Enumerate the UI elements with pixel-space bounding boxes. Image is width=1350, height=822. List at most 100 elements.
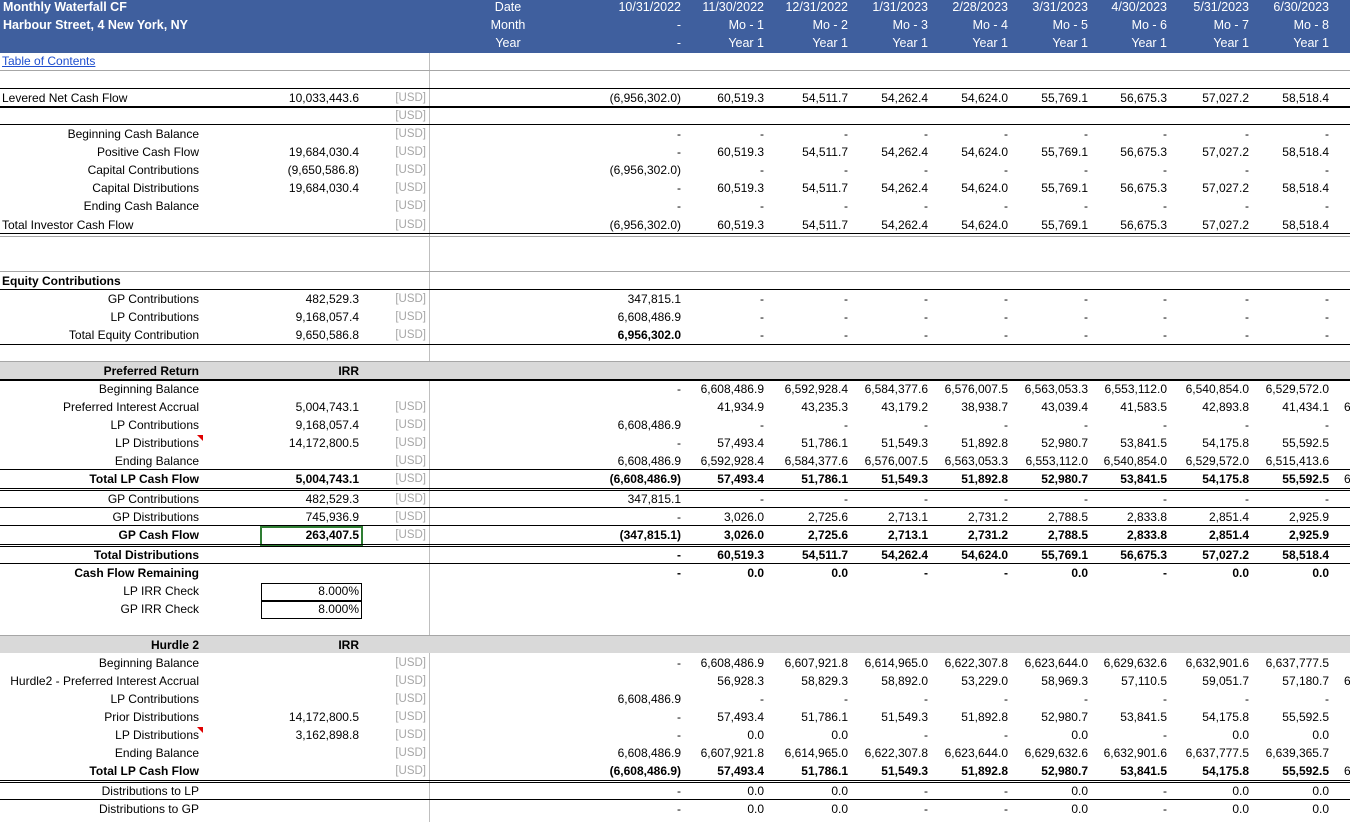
value-cell[interactable]: 0.0: [1006, 564, 1088, 582]
value-cell[interactable]: 6,608,486.9: [599, 690, 681, 708]
value-cell[interactable]: -: [1006, 290, 1088, 308]
value-cell[interactable]: 6,592,928.4: [766, 380, 848, 398]
value-cell[interactable]: 2,788.5: [1006, 508, 1088, 526]
value-cell[interactable]: 57,180.7: [1247, 672, 1329, 690]
comment-indicator-icon[interactable]: [197, 435, 203, 441]
row-total[interactable]: 5,004,743.1: [262, 398, 359, 416]
value-cell[interactable]: -: [766, 161, 848, 179]
value-cell[interactable]: -: [926, 690, 1008, 708]
value-cell[interactable]: 6,614,965.0: [846, 654, 928, 672]
selected-cell-cursor[interactable]: [260, 526, 363, 546]
value-cell[interactable]: 6,608,486.9: [682, 380, 764, 398]
value-cell[interactable]: 0.0: [1006, 782, 1088, 800]
value-cell[interactable]: 54,624.0: [926, 89, 1008, 107]
value-cell[interactable]: 56,675.3: [1085, 89, 1167, 107]
value-cell[interactable]: 56,675.3: [1085, 143, 1167, 161]
value-cell[interactable]: -: [1006, 690, 1088, 708]
value-cell[interactable]: -: [1167, 308, 1249, 326]
value-cell[interactable]: -: [926, 800, 1008, 818]
value-cell[interactable]: -: [1167, 690, 1249, 708]
value-cell[interactable]: 6,584,377.6: [846, 380, 928, 398]
value-cell[interactable]: 0.0: [682, 726, 764, 744]
value-cell[interactable]: -: [766, 290, 848, 308]
value-cell[interactable]: -: [1167, 197, 1249, 215]
value-cell[interactable]: 0.0: [1167, 782, 1249, 800]
value-cell[interactable]: -: [846, 782, 928, 800]
value-cell[interactable]: -: [599, 726, 681, 744]
value-cell[interactable]: -: [766, 490, 848, 508]
value-cell[interactable]: 54,511.7: [766, 143, 848, 161]
value-cell[interactable]: 347,815.1: [599, 490, 681, 508]
value-cell[interactable]: 0.0: [766, 726, 848, 744]
value-cell[interactable]: 2,925.9: [1247, 526, 1329, 544]
value-cell[interactable]: -: [599, 800, 681, 818]
value-cell[interactable]: -: [926, 416, 1008, 434]
value-cell[interactable]: 6,540,854.0: [1167, 380, 1249, 398]
value-cell[interactable]: 6,608,486.9: [599, 452, 681, 470]
value-cell[interactable]: 57,493.4: [682, 470, 764, 488]
value-cell[interactable]: 6,608,486.9: [599, 744, 681, 762]
value-cell[interactable]: 38,938.7: [926, 398, 1008, 416]
value-cell[interactable]: 0.0: [1167, 800, 1249, 818]
value-cell[interactable]: 55,769.1: [1006, 143, 1088, 161]
value-cell[interactable]: 53,841.5: [1085, 708, 1167, 726]
value-cell[interactable]: 0.0: [766, 564, 848, 582]
value-cell[interactable]: -: [599, 434, 681, 452]
value-cell[interactable]: 6,553,112.0: [1006, 452, 1088, 470]
value-cell[interactable]: -: [1247, 308, 1329, 326]
value-cell[interactable]: 6,629,632.6: [1006, 744, 1088, 762]
value-cell[interactable]: 6,639,365.7: [1247, 744, 1329, 762]
value-cell[interactable]: -: [682, 690, 764, 708]
value-cell[interactable]: 58,969.3: [1006, 672, 1088, 690]
value-cell[interactable]: 2,713.1: [846, 508, 928, 526]
value-cell[interactable]: 6,608,486.9: [599, 416, 681, 434]
value-cell[interactable]: 54,511.7: [766, 546, 848, 564]
value-cell[interactable]: -: [766, 690, 848, 708]
value-cell[interactable]: -: [1085, 416, 1167, 434]
value-cell[interactable]: -: [846, 490, 928, 508]
value-cell[interactable]: 54,624.0: [926, 546, 1008, 564]
value-cell[interactable]: 52,980.7: [1006, 434, 1088, 452]
value-cell[interactable]: 6,592,928.4: [682, 452, 764, 470]
value-cell[interactable]: 6,576,007.5: [846, 452, 928, 470]
value-cell[interactable]: 2,833.8: [1085, 508, 1167, 526]
value-cell[interactable]: 57,027.2: [1167, 179, 1249, 197]
row-total[interactable]: 10,033,443.6: [262, 89, 359, 107]
value-cell[interactable]: 3,026.0: [682, 508, 764, 526]
value-cell[interactable]: -: [1085, 125, 1167, 143]
value-cell[interactable]: 6,608,486.9: [599, 308, 681, 326]
value-cell[interactable]: 51,549.3: [846, 434, 928, 452]
value-cell[interactable]: 6,623,644.0: [926, 744, 1008, 762]
value-cell[interactable]: 56,675.3: [1085, 179, 1167, 197]
value-cell[interactable]: 2,851.4: [1167, 526, 1249, 544]
value-cell[interactable]: 6,632,901.6: [1085, 744, 1167, 762]
value-cell[interactable]: 57,027.2: [1167, 546, 1249, 564]
value-cell[interactable]: -: [846, 290, 928, 308]
value-cell[interactable]: -: [766, 125, 848, 143]
value-cell[interactable]: 6,553,112.0: [1085, 380, 1167, 398]
value-cell[interactable]: -: [926, 490, 1008, 508]
value-cell[interactable]: 6,629,632.6: [1085, 654, 1167, 672]
value-cell[interactable]: 51,786.1: [766, 708, 848, 726]
value-cell[interactable]: 6,622,307.8: [846, 744, 928, 762]
row-total[interactable]: 482,529.3: [262, 490, 359, 508]
row-total[interactable]: 19,684,030.4: [262, 179, 359, 197]
value-cell[interactable]: 58,518.4: [1247, 143, 1329, 161]
value-cell[interactable]: 57,027.2: [1167, 143, 1249, 161]
row-total[interactable]: 9,650,586.8: [262, 326, 359, 344]
value-cell[interactable]: (6,956,302.0): [599, 161, 681, 179]
value-cell[interactable]: 51,892.8: [926, 708, 1008, 726]
value-cell[interactable]: (347,815.1): [599, 526, 681, 544]
value-cell[interactable]: 6,614,965.0: [766, 744, 848, 762]
value-cell[interactable]: 6,956,302.0: [599, 326, 681, 344]
value-cell[interactable]: -: [1085, 800, 1167, 818]
value-cell[interactable]: -: [846, 197, 928, 215]
value-cell[interactable]: 57,027.2: [1167, 89, 1249, 107]
value-cell[interactable]: (6,608,486.9): [599, 470, 681, 488]
value-cell[interactable]: 58,518.4: [1247, 546, 1329, 564]
value-cell[interactable]: -: [1085, 490, 1167, 508]
value-cell[interactable]: 58,892.0: [846, 672, 928, 690]
value-cell[interactable]: 6,622,307.8: [926, 654, 1008, 672]
value-cell[interactable]: -: [599, 179, 681, 197]
value-cell[interactable]: 6,529,572.0: [1247, 380, 1329, 398]
